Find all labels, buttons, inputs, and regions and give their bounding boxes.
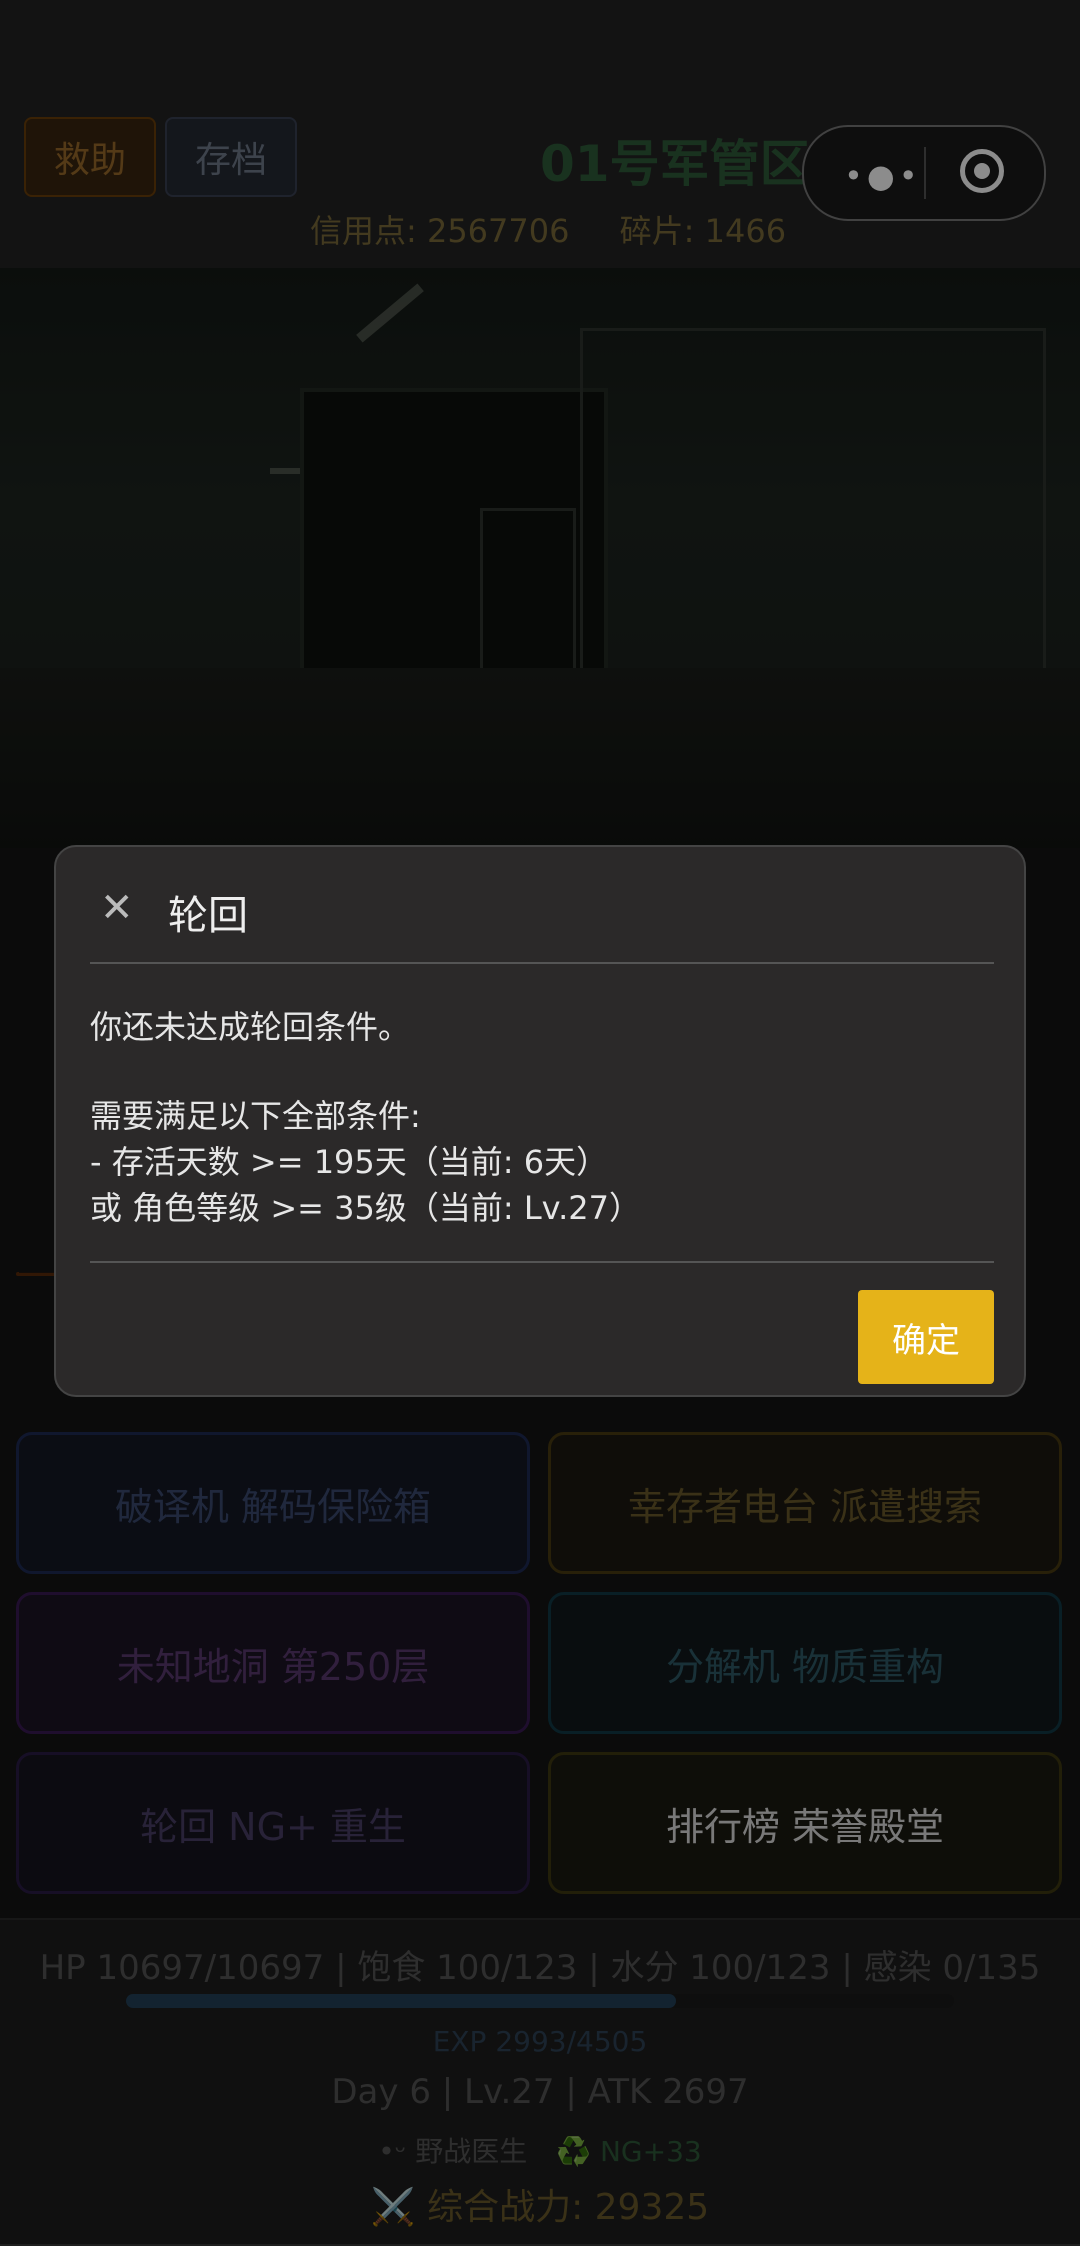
rebirth-dialog: ✕ 轮回 你还未达成轮回条件。 需要满足以下全部条件: - 存活天数 >= 19…	[54, 845, 1026, 1397]
dialog-line: - 存活天数 >= 195天（当前: 6天）	[90, 1143, 609, 1181]
close-icon[interactable]: ✕	[100, 885, 134, 931]
dialog-divider	[90, 962, 994, 964]
confirm-button[interactable]: 确定	[858, 1290, 994, 1384]
dialog-line: 或 角色等级 >= 35级（当前: Lv.27）	[90, 1189, 641, 1227]
dialog-line: 需要满足以下全部条件:	[90, 1097, 421, 1135]
dialog-line: 你还未达成轮回条件。	[90, 1008, 411, 1046]
dialog-title: 轮回	[168, 893, 248, 939]
dialog-divider	[90, 1261, 994, 1263]
